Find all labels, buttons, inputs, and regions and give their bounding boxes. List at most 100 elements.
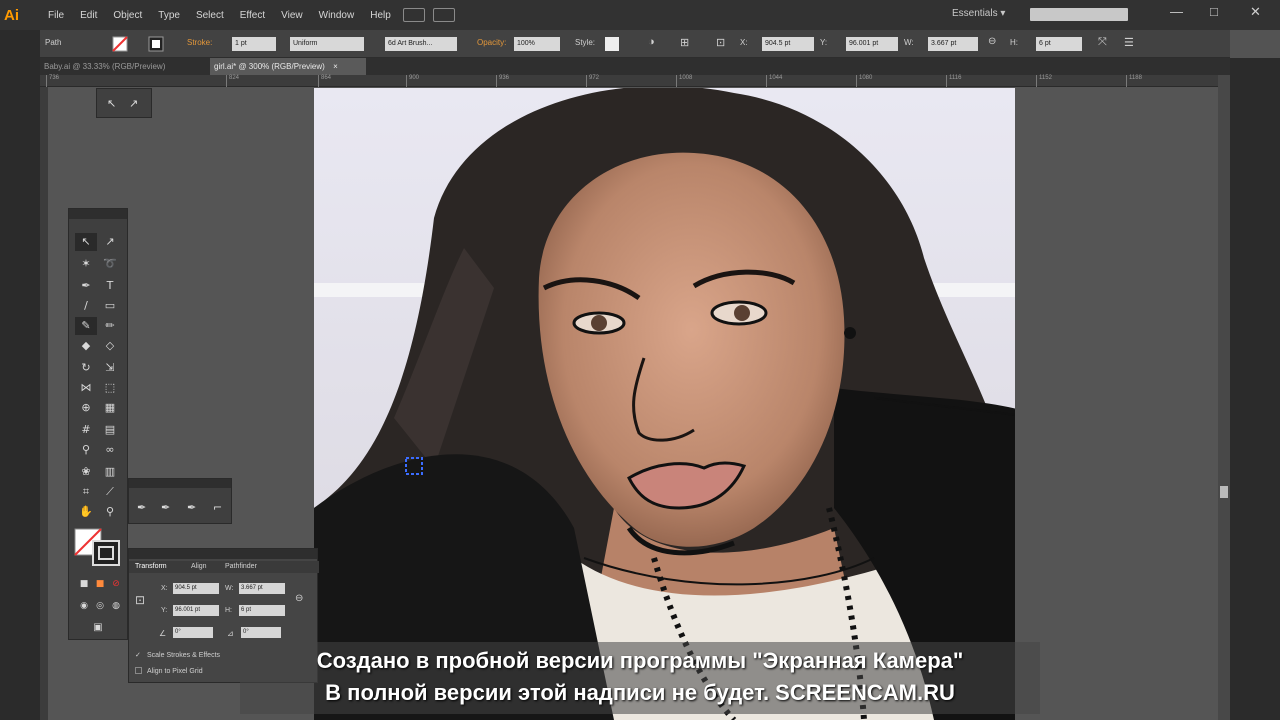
none-mode-icon[interactable]: ⊘ <box>105 575 127 593</box>
tab-pathfinder[interactable]: Pathfinder <box>225 563 257 570</box>
brush-definition[interactable]: 6d Art Brush... <box>385 37 457 51</box>
line-tool-icon[interactable]: / <box>75 297 97 315</box>
direct-selection-tool-icon[interactable]: ↗ <box>129 97 138 110</box>
symbol-sprayer-icon[interactable]: ❀ <box>75 463 97 481</box>
tab-align[interactable]: Align <box>191 563 207 570</box>
convert-anchor-icon[interactable]: ⌐ <box>213 501 222 514</box>
screen-mode-icon[interactable]: ▣ <box>87 619 109 637</box>
menu-view[interactable]: View <box>273 10 311 21</box>
menu-edit[interactable]: Edit <box>72 10 105 21</box>
hand-tool-icon[interactable]: ✋ <box>75 503 97 521</box>
reference-point-icon[interactable]: ⊡ <box>135 593 145 607</box>
artboard-tool-icon[interactable]: ⌗ <box>75 483 97 501</box>
zoom-tool-icon[interactable]: ⚲ <box>99 503 121 521</box>
mesh-tool-icon[interactable]: # <box>75 421 97 439</box>
pen-tool-icon[interactable]: ✒ <box>75 277 97 295</box>
reference-point-icon[interactable]: ⊡ <box>716 36 725 49</box>
x-field[interactable]: 904.5 pt <box>173 583 219 594</box>
paintbrush-tool-icon[interactable]: ✎ <box>75 317 97 335</box>
w-field[interactable]: 3.667 pt <box>239 583 285 594</box>
restore-button[interactable]: □ <box>1210 4 1218 19</box>
close-button[interactable]: ✕ <box>1250 4 1261 20</box>
stroke-weight-field[interactable]: 1 pt <box>232 37 276 51</box>
menu-effect[interactable]: Effect <box>232 10 273 21</box>
menu-file[interactable]: File <box>40 10 72 21</box>
panel-header[interactable] <box>69 209 127 219</box>
free-transform-icon[interactable]: ⬚ <box>99 379 121 397</box>
rotate-field[interactable]: 0° <box>173 627 213 638</box>
graph-tool-icon[interactable]: ▥ <box>99 463 121 481</box>
align-icon[interactable]: ⊞ <box>680 36 689 49</box>
opacity-field[interactable]: 100% <box>514 37 560 51</box>
workspace-switcher[interactable]: Essentials ▾ <box>952 8 1005 19</box>
y-field[interactable]: 96.001 pt <box>173 605 219 616</box>
menu-object[interactable]: Object <box>105 10 150 21</box>
scale-tool-icon[interactable]: ⇲ <box>99 359 121 377</box>
search-input[interactable] <box>1030 8 1128 21</box>
menu-type[interactable]: Type <box>150 10 188 21</box>
magic-wand-icon[interactable]: ✶ <box>75 255 97 273</box>
perspective-grid-icon[interactable]: ▦ <box>99 399 121 417</box>
stroke-label[interactable]: Stroke: <box>187 38 212 47</box>
rotate-tool-icon[interactable]: ↻ <box>75 359 97 377</box>
tab-baby[interactable]: Baby.ai @ 33.33% (RGB/Preview) <box>40 58 208 75</box>
close-icon[interactable]: × <box>333 62 338 71</box>
direct-selection-tool-icon[interactable]: ↗ <box>99 233 121 251</box>
slice-tool-icon[interactable]: ⟋ <box>99 483 121 501</box>
constrain-link-icon[interactable]: ⊖ <box>988 36 996 47</box>
scale-strokes-label: Scale Strokes & Effects <box>147 652 221 659</box>
menu-select[interactable]: Select <box>188 10 232 21</box>
draw-inside-icon[interactable]: ◍ <box>105 597 127 615</box>
shape-builder-icon[interactable]: ⊕ <box>75 399 97 417</box>
width-tool-icon[interactable]: ⋈ <box>75 379 97 397</box>
selection-tool-icon[interactable]: ↖ <box>107 97 116 110</box>
lasso-icon[interactable]: ➰ <box>99 255 121 273</box>
pen-tool-icon[interactable]: ✒ <box>137 501 146 514</box>
tab-girl[interactable]: girl.ai* @ 300% (RGB/Preview) × <box>210 58 366 75</box>
x-field[interactable]: 904.5 pt <box>762 37 814 51</box>
pencil-tool-icon[interactable]: ✏ <box>99 317 121 335</box>
blob-brush-icon[interactable]: ◆ <box>75 337 97 355</box>
tab-transform[interactable]: Transform <box>135 563 167 570</box>
fill-stroke-icon[interactable] <box>73 527 121 567</box>
align-pixel-checkbox[interactable] <box>135 667 142 674</box>
transform-icon[interactable]: ⤧ <box>1098 36 1107 49</box>
recolor-icon[interactable]: ◑ <box>648 36 655 48</box>
stroke-swatch-icon[interactable] <box>148 36 164 52</box>
vertical-scrollbar[interactable] <box>1218 75 1230 720</box>
blend-tool-icon[interactable]: ∞ <box>99 441 121 459</box>
constrain-link-icon[interactable]: ⊖ <box>295 593 303 604</box>
rectangle-tool-icon[interactable]: ▭ <box>99 297 121 315</box>
selection-tool-icon[interactable]: ↖ <box>75 233 97 251</box>
graphic-style-swatch[interactable] <box>605 37 619 51</box>
bridge-icon[interactable] <box>402 8 425 22</box>
checkbox-checked-icon[interactable]: ✓ <box>135 651 141 659</box>
fill-swatch-icon[interactable] <box>112 36 128 52</box>
eyedropper-icon[interactable]: ⚲ <box>75 441 97 459</box>
panel-header[interactable] <box>129 549 317 559</box>
w-field[interactable]: 3.667 pt <box>928 37 978 51</box>
h-field[interactable]: 6 pt <box>239 605 285 616</box>
variable-width-profile[interactable]: Uniform <box>290 37 364 51</box>
menu-help[interactable]: Help <box>362 10 399 21</box>
add-anchor-icon[interactable]: ✒ <box>161 501 170 514</box>
y-field[interactable]: 96.001 pt <box>846 37 898 51</box>
delete-anchor-icon[interactable]: ✒ <box>187 501 196 514</box>
gradient-tool-icon[interactable]: ▤ <box>99 421 121 439</box>
ruler-tick: 1008 <box>676 75 692 87</box>
w-label: W: <box>904 38 914 47</box>
eraser-tool-icon[interactable]: ◇ <box>99 337 121 355</box>
arrange-documents-icon[interactable] <box>432 8 455 22</box>
object-type-label: Path <box>45 38 62 47</box>
artwork-image[interactable] <box>314 88 1015 720</box>
scrollbar-thumb[interactable] <box>1220 486 1228 498</box>
shear-field[interactable]: 0° <box>241 627 281 638</box>
opacity-label[interactable]: Opacity: <box>477 38 506 47</box>
panel-menu-icon[interactable]: ☰ <box>1124 36 1134 49</box>
minimize-button[interactable]: — <box>1170 4 1183 19</box>
panel-header[interactable] <box>129 479 231 488</box>
h-label: H: <box>1010 38 1018 47</box>
menu-window[interactable]: Window <box>311 10 363 21</box>
type-tool-icon[interactable]: T <box>99 277 121 295</box>
h-field[interactable]: 6 pt <box>1036 37 1082 51</box>
